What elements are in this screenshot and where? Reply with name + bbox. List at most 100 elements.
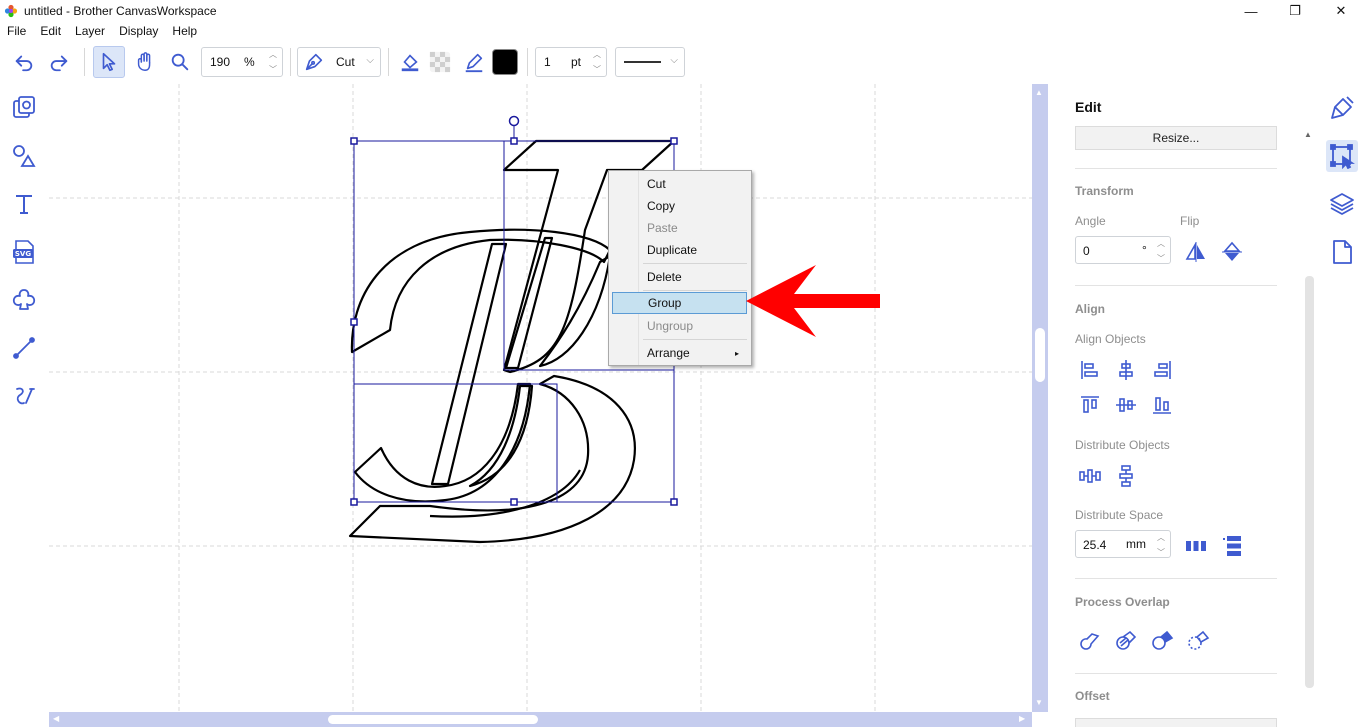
svg-import-button[interactable]: SVG	[8, 236, 40, 268]
select-icon	[102, 52, 116, 72]
process-overlap-heading: Process Overlap	[1075, 595, 1170, 609]
rotate-handle[interactable]	[508, 115, 520, 127]
align-center-icon	[1119, 360, 1133, 380]
scroll-up-icon[interactable]: ▲	[1035, 88, 1043, 97]
space-horizontal-button[interactable]	[1182, 532, 1210, 560]
menu-display[interactable]: Display	[112, 24, 165, 38]
space-horizontal-icon	[1186, 541, 1206, 551]
subtract-button[interactable]	[1148, 626, 1176, 654]
context-menu: Cut Copy Paste Duplicate Delete Group Un…	[608, 170, 752, 366]
offset-button[interactable]	[1075, 718, 1277, 727]
line-width-input[interactable]: 1 pt ︿ ﹀	[535, 47, 607, 77]
ctx-arrange-label: Arrange	[647, 346, 690, 360]
hand-tool-button[interactable]	[129, 46, 161, 78]
scroll-down-icon[interactable]: ▼	[1035, 698, 1043, 707]
align-left-icon	[1081, 361, 1098, 379]
panel-separator	[1075, 578, 1277, 579]
align-bottom-button[interactable]	[1148, 391, 1176, 419]
fill-icon	[401, 54, 419, 72]
fill-color-button[interactable]	[394, 46, 426, 78]
weld-button[interactable]	[1076, 626, 1104, 654]
distribute-horizontal-button[interactable]	[1076, 462, 1104, 490]
menu-file[interactable]: File	[0, 24, 33, 38]
align-left-button[interactable]	[1076, 356, 1104, 384]
align-right-button[interactable]	[1148, 356, 1176, 384]
canvas-vertical-scrollbar[interactable]: ▲ ▼	[1032, 84, 1048, 712]
ctx-duplicate[interactable]: Duplicate	[612, 239, 747, 261]
layers-panel-button[interactable]	[1326, 188, 1358, 220]
distribute-space-label: Distribute Space	[1075, 508, 1164, 522]
cut-mode-select[interactable]: Cut ⌵	[297, 47, 381, 77]
space-vertical-button[interactable]	[1218, 532, 1246, 560]
angle-input[interactable]: 0 ° ︿ ﹀	[1075, 236, 1171, 264]
canvas-horizontal-scrollbar[interactable]: ◀ ▶	[49, 712, 1032, 727]
menu-help[interactable]: Help	[165, 24, 204, 38]
brush-panel-button[interactable]	[1326, 92, 1358, 124]
ctx-copy[interactable]: Copy	[612, 195, 747, 217]
maximize-button[interactable]: ❐	[1272, 0, 1318, 22]
distribute-space-input[interactable]: 25.4 mm ︿ ﹀	[1075, 530, 1171, 558]
zoom-stepper[interactable]: ︿ ﹀	[266, 49, 280, 75]
transparent-fill-button[interactable]	[424, 46, 456, 78]
canvas-drawing	[49, 84, 1032, 712]
angle-stepper[interactable]: ︿ ﹀	[1154, 238, 1168, 264]
panel-scrollbar[interactable]	[1305, 276, 1314, 688]
line-tool-button[interactable]	[8, 332, 40, 364]
redo-button[interactable]	[43, 46, 75, 78]
distribute-vertical-button[interactable]	[1112, 462, 1140, 490]
line-color-swatch[interactable]	[492, 49, 518, 75]
cut-mode-label: Cut	[336, 55, 355, 69]
close-button[interactable]: ✕	[1318, 0, 1364, 22]
align-middle-button[interactable]	[1112, 391, 1140, 419]
minimize-icon: —	[1244, 3, 1258, 19]
undo-button[interactable]	[8, 46, 40, 78]
brush-icon	[1331, 96, 1354, 119]
menu-layer[interactable]: Layer	[68, 24, 112, 38]
line-color-button[interactable]	[458, 46, 490, 78]
line-style-select[interactable]: ⌵	[615, 47, 685, 77]
flip-vertical-button[interactable]	[1218, 238, 1246, 266]
text-button[interactable]	[8, 188, 40, 220]
trace-button[interactable]	[8, 284, 40, 316]
ctx-arrange[interactable]: Arrange ▸	[612, 342, 747, 364]
design-canvas[interactable]	[49, 84, 1032, 712]
select-tool-button[interactable]	[93, 46, 125, 78]
flip-horizontal-button[interactable]	[1182, 238, 1210, 266]
zoom-tool-button[interactable]	[164, 46, 196, 78]
ctx-cut[interactable]: Cut	[612, 173, 747, 195]
pattern-icon	[13, 96, 35, 118]
zoom-input[interactable]: 190 % ︿ ﹀	[201, 47, 283, 77]
freehand-icon	[16, 387, 35, 405]
align-top-button[interactable]	[1076, 391, 1104, 419]
distribute-vertical-icon	[1119, 465, 1133, 487]
ctx-group[interactable]: Group	[612, 292, 747, 314]
scroll-right-icon[interactable]: ▶	[1019, 714, 1025, 723]
ctx-delete[interactable]: Delete	[612, 266, 747, 288]
page-panel-button[interactable]	[1326, 236, 1358, 268]
chevron-down-icon: ⌵	[670, 55, 678, 66]
divide-button[interactable]	[1112, 626, 1140, 654]
freehand-button[interactable]	[8, 380, 40, 412]
pattern-button[interactable]	[8, 92, 40, 124]
letter-outline-bottom	[348, 242, 636, 544]
align-center-button[interactable]	[1112, 356, 1140, 384]
minimize-button[interactable]: —	[1228, 0, 1274, 22]
panel-scroll-up-icon[interactable]: ▲	[1304, 130, 1312, 139]
text-icon	[16, 195, 32, 214]
horizontal-scroll-thumb[interactable]	[328, 715, 538, 724]
shapes-button[interactable]	[8, 140, 40, 172]
weld-icon	[1080, 633, 1100, 650]
edit-panel-button[interactable]	[1326, 140, 1358, 172]
chevron-up-icon: ︿	[1157, 239, 1165, 248]
toolbar-separator	[84, 48, 85, 76]
menu-edit[interactable]: Edit	[33, 24, 68, 38]
chevron-up-icon: ︿	[269, 50, 277, 59]
resize-button[interactable]: Resize...	[1075, 126, 1277, 150]
vertical-scroll-thumb[interactable]	[1035, 328, 1045, 382]
trace-icon	[12, 289, 36, 310]
distribute-space-stepper[interactable]: ︿ ﹀	[1154, 532, 1168, 558]
redo-icon	[50, 55, 68, 72]
line-width-stepper[interactable]: ︿ ﹀	[590, 49, 604, 75]
intersect-button[interactable]	[1184, 626, 1212, 654]
scroll-left-icon[interactable]: ◀	[53, 714, 59, 723]
